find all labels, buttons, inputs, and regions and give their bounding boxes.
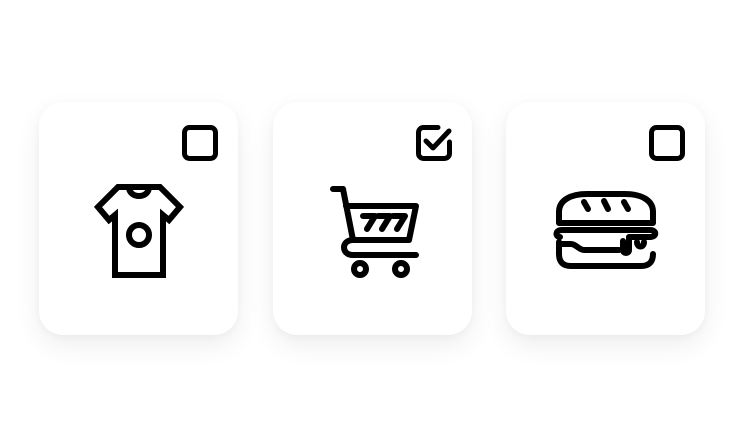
burger-icon	[551, 180, 661, 284]
checkbox-unchecked-icon	[182, 125, 218, 161]
item-card-burger[interactable]	[506, 102, 705, 335]
item-card-t-shirt[interactable]	[39, 102, 238, 335]
checkbox-checked-icon	[416, 125, 452, 161]
shopping-cart-icon	[318, 180, 428, 284]
t-shirt-icon	[84, 180, 194, 284]
checkbox[interactable]	[181, 124, 219, 162]
item-card-shopping-cart[interactable]	[273, 102, 472, 335]
checkbox-unchecked-icon	[649, 125, 685, 161]
checkbox[interactable]	[415, 124, 453, 162]
checkbox[interactable]	[648, 124, 686, 162]
